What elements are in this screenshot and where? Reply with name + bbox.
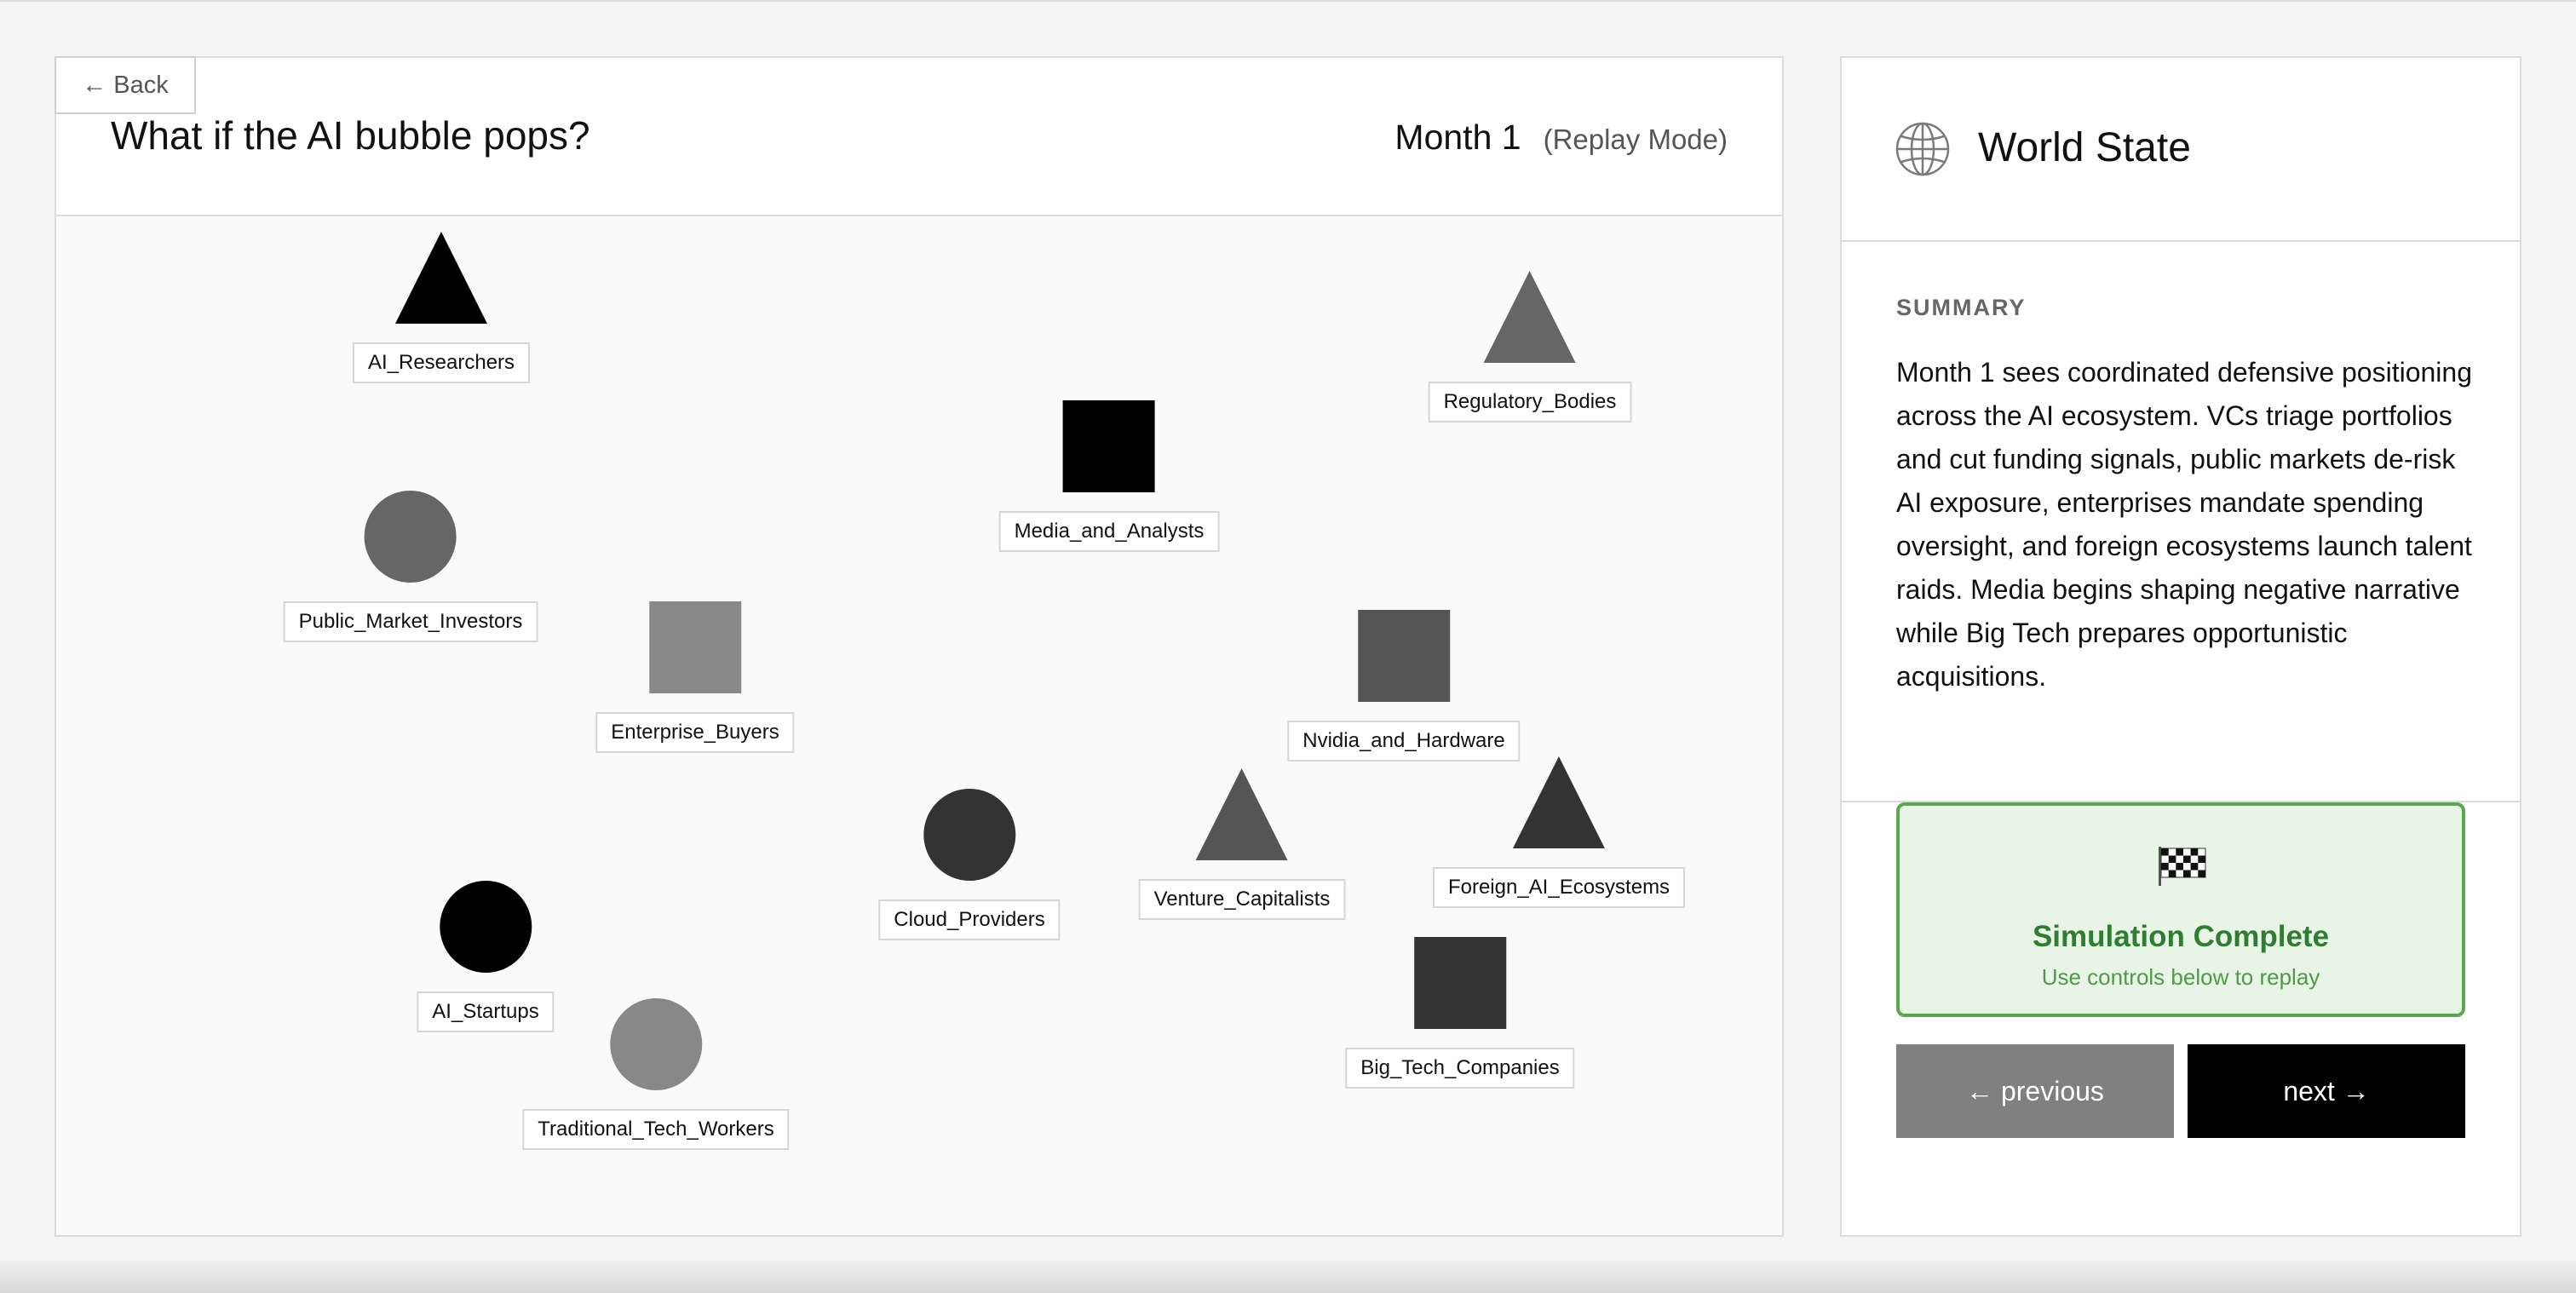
agent-shape-circle	[440, 881, 532, 973]
agent-label: Traditional_Tech_Workers	[522, 1109, 790, 1150]
window-bottom-shadow	[0, 1261, 2576, 1293]
page-title: What if the AI bubble pops?	[111, 113, 590, 158]
agent-node[interactable]: AI_Researchers	[352, 232, 531, 383]
simulation-header: What if the AI bubble pops? Month 1 (Rep…	[56, 58, 1782, 216]
agent-label: Foreign_AI_Ecosystems	[1432, 867, 1686, 908]
agent-label: Public_Market_Investors	[283, 601, 538, 642]
summary-text: Month 1 sees coordinated defensive posit…	[1896, 357, 2472, 692]
agent-node[interactable]: Venture_Capitalists	[1138, 768, 1346, 920]
agent-shape-triangle	[1483, 271, 1576, 363]
agent-shape-triangle	[394, 232, 487, 324]
agent-shape-triangle	[1195, 768, 1288, 860]
simulation-panel: What if the AI bubble pops? Month 1 (Rep…	[55, 56, 1784, 1237]
month-indicator: Month 1 (Replay Mode)	[1394, 118, 1728, 158]
agent-shape-triangle	[1512, 756, 1605, 848]
agent-node[interactable]: Traditional_Tech_Workers	[522, 998, 790, 1150]
agent-shape-square	[1063, 400, 1155, 492]
agent-label: Regulatory_Bodies	[1428, 382, 1632, 422]
back-button[interactable]: ← Back	[55, 56, 196, 114]
agent-shape-square	[1358, 610, 1450, 702]
simulation-complete-banner: Simulation Complete Use controls below t…	[1896, 802, 2465, 1017]
summary-label: SUMMARY	[1896, 295, 2027, 320]
agent-node[interactable]: Foreign_AI_Ecosystems	[1432, 756, 1686, 908]
agent-node[interactable]: Public_Market_Investors	[283, 491, 538, 642]
agent-label: AI_Researchers	[352, 342, 531, 383]
month-label: Month 1	[1394, 118, 1521, 157]
agent-shape-circle	[923, 789, 1015, 881]
agent-label: Cloud_Providers	[878, 899, 1061, 940]
simulation-complete-subtitle: Use controls below to replay	[2041, 964, 2320, 990]
checkered-flag-icon	[2159, 847, 2206, 886]
world-state-header: World State	[1842, 58, 2520, 242]
agent-canvas: AI_Researchers Regulatory_Bodies Media_a…	[56, 216, 1782, 1235]
world-state-panel: World State SUMMARY Month 1 sees coordin…	[1840, 56, 2521, 1237]
agent-node[interactable]: Enterprise_Buyers	[595, 601, 795, 753]
agent-label: Media_and_Analysts	[998, 511, 1220, 552]
agent-node[interactable]: Nvidia_and_Hardware	[1287, 610, 1521, 761]
replay-mode-label: (Replay Mode)	[1543, 124, 1728, 155]
agent-node[interactable]: Big_Tech_Companies	[1345, 937, 1575, 1089]
agent-node[interactable]: Media_and_Analysts	[998, 400, 1220, 552]
agent-label: Enterprise_Buyers	[595, 712, 795, 753]
simulation-complete-title: Simulation Complete	[2032, 920, 2330, 953]
agent-shape-circle	[609, 998, 702, 1090]
globe-icon	[1895, 122, 1950, 176]
agent-node[interactable]: Regulatory_Bodies	[1428, 271, 1632, 422]
agent-shape-square	[649, 601, 741, 693]
agent-label: Nvidia_and_Hardware	[1287, 721, 1521, 761]
next-button[interactable]: next →	[2188, 1044, 2465, 1138]
window-top-border	[0, 0, 2576, 2]
world-state-title: World State	[1978, 125, 2191, 170]
agent-label: Big_Tech_Companies	[1345, 1048, 1575, 1089]
summary-section: SUMMARY Month 1 sees coordinated defensi…	[1842, 242, 2520, 802]
agent-shape-circle	[365, 491, 457, 583]
agent-label: Venture_Capitalists	[1138, 879, 1346, 920]
previous-button[interactable]: ← previous	[1896, 1044, 2174, 1138]
agent-node[interactable]: Cloud_Providers	[878, 789, 1061, 940]
agent-shape-square	[1413, 937, 1506, 1029]
